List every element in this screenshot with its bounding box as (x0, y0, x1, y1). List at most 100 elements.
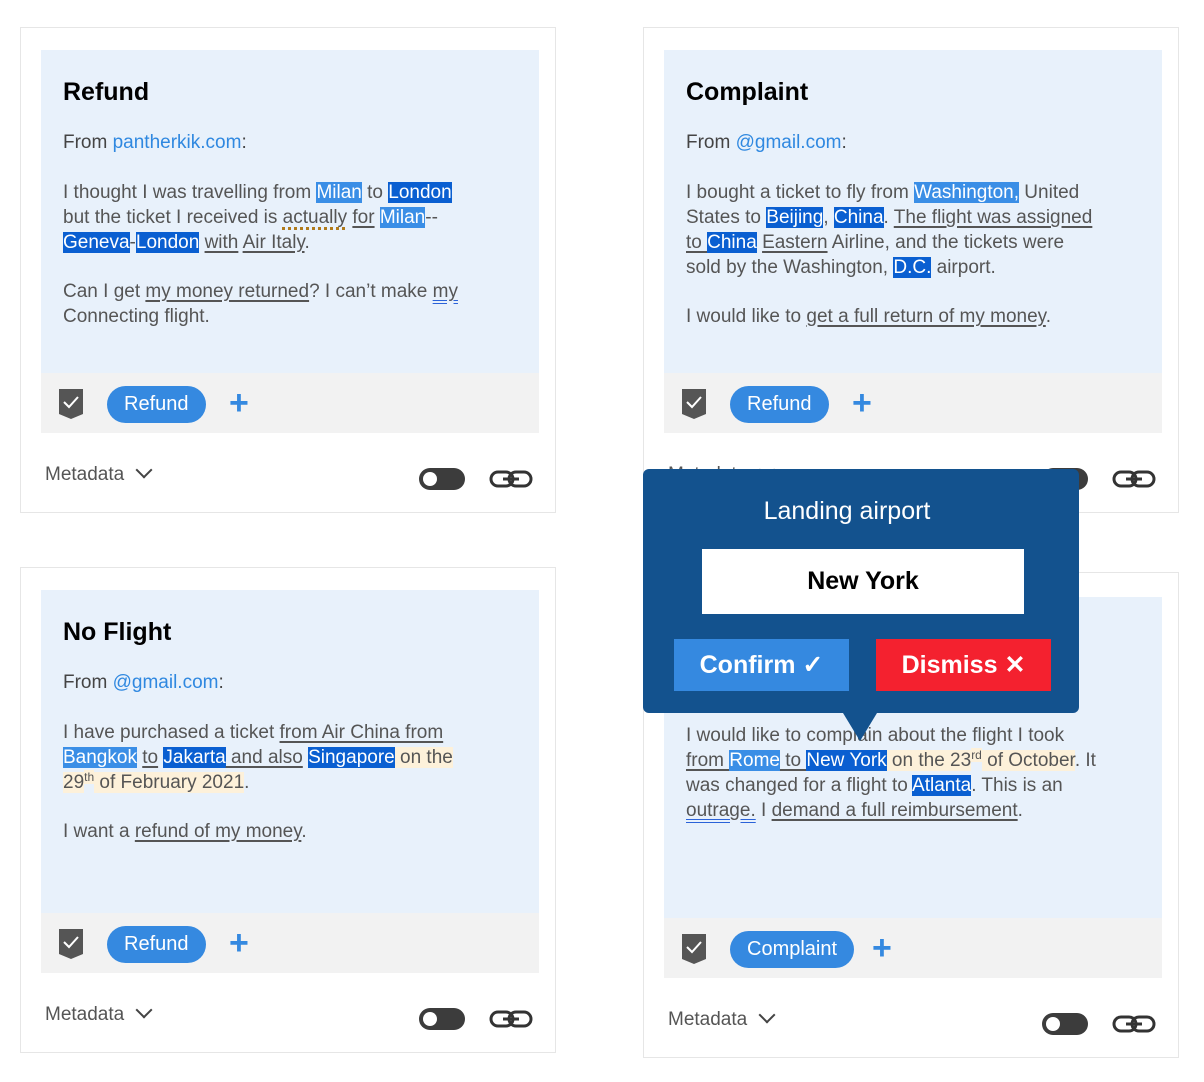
annotated-span[interactable]: from (686, 750, 729, 771)
metadata-label: Metadata (668, 1009, 748, 1030)
annotated-span[interactable]: Bangkok (63, 747, 137, 768)
text: airport. (931, 257, 996, 278)
text: ? I can’t make (309, 281, 433, 302)
from-label: From (63, 672, 113, 693)
annotated-span[interactable]: th (84, 769, 95, 784)
link-icon[interactable] (1112, 1014, 1156, 1034)
annotated-span[interactable]: outrage. (686, 800, 756, 821)
annotated-span[interactable]: London (388, 182, 452, 203)
metadata-toggle[interactable]: Metadata (668, 1006, 776, 1031)
landing-airport-input[interactable] (702, 549, 1024, 614)
label-tag[interactable]: Refund (107, 386, 206, 423)
annotated-span[interactable]: on the 23 (886, 750, 972, 771)
text: -- (425, 207, 438, 228)
verified-shield-icon[interactable] (682, 934, 706, 964)
annotated-span[interactable]: actually (283, 207, 347, 228)
annotated-span[interactable]: for (352, 207, 374, 228)
close-icon: ✕ (1004, 651, 1026, 679)
annotated-span[interactable]: Air Italy (243, 232, 305, 253)
annotated-span[interactable]: refund of my money (135, 821, 302, 842)
annotated-span[interactable]: D.C. (893, 257, 932, 278)
dismiss-label: Dismiss (901, 651, 998, 679)
toggle-switch[interactable] (419, 1008, 465, 1030)
annotated-span[interactable]: Milan (316, 182, 362, 203)
annotated-span[interactable]: of October (981, 750, 1075, 771)
annotated-span[interactable]: from Air China from (280, 722, 444, 743)
message-body: I have purchased a ticket from Air China… (63, 720, 523, 868)
metadata-toggle[interactable]: Metadata (45, 461, 153, 486)
add-label-icon[interactable]: + (872, 928, 892, 968)
verified-shield-icon[interactable] (59, 389, 83, 419)
text: - (129, 232, 136, 253)
annotated-span[interactable]: London (135, 232, 200, 253)
annotated-span[interactable]: to (142, 747, 158, 768)
text: I bought a ticket to fly from (686, 182, 915, 203)
toggle-switch[interactable] (1042, 1013, 1088, 1035)
link-icon[interactable] (1112, 469, 1156, 489)
label-tag[interactable]: Refund (730, 386, 829, 423)
chevron-down-icon (135, 1001, 153, 1019)
dismiss-button[interactable]: Dismiss ✕ (876, 639, 1051, 691)
add-label-icon[interactable]: + (229, 923, 249, 963)
annotated-span[interactable]: Singapore (308, 747, 395, 768)
annotated-span[interactable]: Eastern (762, 232, 827, 253)
annotated-span[interactable]: to (780, 750, 806, 771)
annotated-span[interactable]: and also (226, 747, 303, 768)
text: I (755, 800, 772, 821)
sender-domain-link[interactable]: pantherkik.com (113, 132, 242, 153)
paragraph: I would like to get a full return of my … (686, 304, 1146, 329)
message-card: Refund From pantherkik.com: I thought I w… (20, 27, 556, 513)
text: Can I get (63, 281, 146, 302)
annotated-span[interactable]: get a full return of my money (806, 306, 1045, 327)
annotated-span[interactable]: Beijing (766, 207, 824, 228)
annotated-span[interactable]: Geneva (63, 232, 130, 253)
card-title: Refund (63, 78, 150, 106)
annotated-span[interactable]: with (205, 232, 239, 253)
link-icon[interactable] (489, 1009, 533, 1029)
annotated-span[interactable]: Rome (729, 750, 780, 771)
verified-shield-icon[interactable] (682, 389, 706, 419)
check-icon: ✓ (802, 651, 824, 679)
metadata-label: Metadata (45, 464, 125, 485)
verified-shield-icon[interactable] (59, 929, 83, 959)
annotated-span[interactable]: of February 2021 (94, 772, 245, 793)
message-panel: Complaint From @gmail.com: I bought a tic… (664, 50, 1162, 373)
confirm-button[interactable]: Confirm ✓ (674, 639, 849, 691)
add-label-icon[interactable]: + (852, 383, 872, 423)
from-suffix: : (841, 132, 847, 153)
message-body: I bought a ticket to fly from Washington… (686, 180, 1146, 353)
sender: From @gmail.com: (686, 132, 847, 154)
text: Connecting flight. (63, 306, 210, 327)
annotated-span[interactable]: New York (806, 750, 887, 771)
text: I would like to (686, 306, 807, 327)
paragraph: I want a refund of my money. (63, 819, 523, 844)
text: . (883, 207, 894, 228)
add-label-icon[interactable]: + (229, 383, 249, 423)
paragraph: I would like to complain about the fligh… (686, 723, 1146, 823)
card-title: No Flight (63, 618, 172, 646)
toggle-switch[interactable] (419, 468, 465, 490)
annotated-span[interactable]: my (433, 281, 458, 302)
annotated-span[interactable]: Milan (379, 207, 426, 228)
annotated-span[interactable]: Atlanta (912, 775, 972, 796)
message-body: I thought I was travelling from Milan to… (63, 180, 523, 353)
from-label: From (63, 132, 113, 153)
annotated-span[interactable]: my money returned (145, 281, 309, 302)
annotated-span[interactable]: China (833, 207, 884, 228)
annotated-span[interactable]: demand a full reimbursement (772, 800, 1018, 821)
annotated-span[interactable]: rd (971, 747, 982, 762)
text: I want a (63, 821, 135, 842)
label-tag[interactable]: Refund (107, 926, 206, 963)
link-icon[interactable] (489, 469, 533, 489)
sender-domain-link[interactable]: @gmail.com (113, 672, 219, 693)
metadata-toggle[interactable]: Metadata (45, 1001, 153, 1026)
label-tag[interactable]: Complaint (730, 931, 855, 968)
confirm-label: Confirm (699, 651, 796, 679)
annotated-span[interactable]: Jakarta (163, 747, 226, 768)
annotated-span[interactable]: China (707, 232, 757, 253)
message-panel: Refund From pantherkik.com: I thought I w… (41, 50, 539, 373)
chevron-down-icon (135, 461, 153, 479)
annotated-span[interactable]: Washington, (914, 182, 1020, 203)
sender-domain-link[interactable]: @gmail.com (736, 132, 842, 153)
chevron-down-icon (758, 1006, 776, 1024)
